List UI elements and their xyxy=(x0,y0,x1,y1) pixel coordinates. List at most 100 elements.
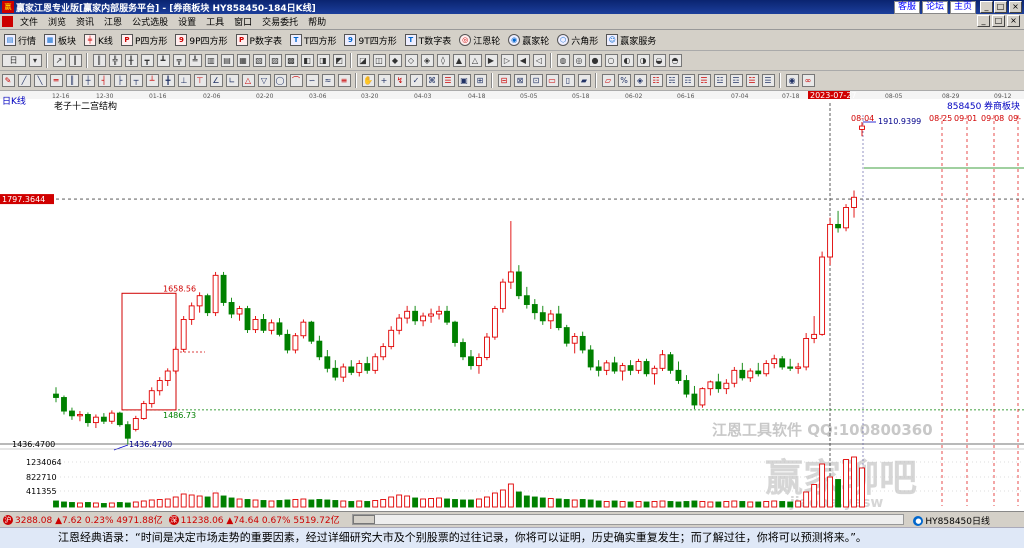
analysis-tool-icon[interactable]: ⌒ xyxy=(289,74,303,87)
analysis-tool-icon[interactable]: ╋ xyxy=(161,74,175,87)
draw-tool-icon[interactable]: ● xyxy=(588,54,602,67)
analysis-tool-icon[interactable]: ◯ xyxy=(273,74,287,87)
analysis-tool-icon[interactable]: ☷ xyxy=(649,74,663,87)
draw-tool-icon[interactable]: ◒ xyxy=(652,54,666,67)
draw-tool-icon[interactable]: ▦ xyxy=(236,54,250,67)
analysis-tool-icon[interactable]: ▽ xyxy=(257,74,271,87)
child-minimize-button[interactable]: _ xyxy=(977,15,990,27)
menu-help[interactable]: 帮助 xyxy=(303,15,331,28)
toolbar-p-square[interactable]: P P四方形 xyxy=(117,34,171,47)
analysis-tool-icon[interactable]: △ xyxy=(241,74,255,87)
child-close-button[interactable]: × xyxy=(1007,15,1020,27)
menu-trade[interactable]: 交易委托 xyxy=(257,15,303,28)
analysis-tool-icon[interactable]: ≡ xyxy=(337,74,351,87)
link-forum[interactable]: 论坛 xyxy=(921,1,948,14)
analysis-tool-icon[interactable]: ↯ xyxy=(393,74,407,87)
draw-tool-icon[interactable]: ◑ xyxy=(636,54,650,67)
analysis-tool-icon[interactable]: ▰ xyxy=(577,74,591,87)
scrollbar-thumb[interactable] xyxy=(353,515,375,524)
analysis-tool-icon[interactable]: ▭ xyxy=(545,74,559,87)
index-sz[interactable]: 深 11238.06 ▲74.64 0.67% 5519.72亿 xyxy=(166,513,343,526)
toolbar-sector[interactable]: ▦ 板块 xyxy=(40,34,80,47)
maximize-button[interactable]: □ xyxy=(994,1,1007,13)
menu-tools[interactable]: 工具 xyxy=(201,15,229,28)
analysis-tool-icon[interactable]: ⊠ xyxy=(513,74,527,87)
menu-formula[interactable]: 公式选股 xyxy=(127,15,173,28)
analysis-tool-icon[interactable]: ╱ xyxy=(17,74,31,87)
draw-tool-icon[interactable]: △ xyxy=(468,54,482,67)
draw-tool-icon[interactable]: ▤ xyxy=(220,54,234,67)
draw-tool-icon[interactable]: ▩ xyxy=(284,54,298,67)
analysis-tool-icon[interactable]: ∽ xyxy=(305,74,319,87)
draw-tool-icon[interactable]: ┃ xyxy=(68,54,82,67)
draw-tool-icon[interactable]: ◩ xyxy=(332,54,346,67)
analysis-tool-icon[interactable]: ∠ xyxy=(209,74,223,87)
toolbar-kline[interactable]: ╪ K线 xyxy=(80,34,117,47)
analysis-tool-icon[interactable]: ⊞ xyxy=(473,74,487,87)
analysis-tool-icon[interactable]: ☵ xyxy=(665,74,679,87)
analysis-tool-icon[interactable]: ◈ xyxy=(633,74,647,87)
draw-tool-icon[interactable]: ◐ xyxy=(620,54,634,67)
draw-tool-icon[interactable]: ╦ xyxy=(172,54,186,67)
analysis-tool-icon[interactable]: ╲ xyxy=(33,74,47,87)
analysis-tool-icon[interactable]: ✓ xyxy=(409,74,423,87)
chevron-down-icon[interactable]: ▾ xyxy=(28,54,42,67)
close-button[interactable]: × xyxy=(1009,1,1022,13)
menu-gann[interactable]: 江恩 xyxy=(99,15,127,28)
draw-tool-icon[interactable]: ╩ xyxy=(188,54,202,67)
draw-tool-icon[interactable]: ↗ xyxy=(52,54,66,67)
menu-file[interactable]: 文件 xyxy=(15,15,43,28)
chart-scrollbar[interactable] xyxy=(352,514,904,525)
toolbar-hexagon[interactable]: ⬡ 六角形 xyxy=(553,34,602,47)
toolbar-9p-square[interactable]: 9 9P四方形 xyxy=(171,34,231,47)
draw-tool-icon[interactable]: ╫ xyxy=(124,54,138,67)
analysis-tool-icon[interactable]: ◉ xyxy=(785,74,799,87)
analysis-tool-icon[interactable]: ≈ xyxy=(321,74,335,87)
menu-window[interactable]: 窗口 xyxy=(229,15,257,28)
draw-tool-icon[interactable]: ║ xyxy=(92,54,106,67)
analysis-tool-icon[interactable]: ║ xyxy=(65,74,79,87)
draw-tool-icon[interactable]: ◫ xyxy=(372,54,386,67)
draw-tool-icon[interactable]: ○ xyxy=(604,54,618,67)
analysis-tool-icon[interactable]: ▣ xyxy=(457,74,471,87)
index-sh[interactable]: 沪 3288.08 ▲7.62 0.23% 4971.88亿 xyxy=(0,513,166,526)
draw-tool-icon[interactable]: ╬ xyxy=(108,54,122,67)
period-dropdown[interactable]: 日 xyxy=(1,54,26,67)
analysis-tool-icon[interactable]: ☳ xyxy=(713,74,727,87)
analysis-tool-icon[interactable]: ☰ xyxy=(441,74,455,87)
analysis-tool-icon[interactable]: ☱ xyxy=(745,74,759,87)
analysis-tool-icon[interactable]: ☴ xyxy=(697,74,711,87)
draw-tool-icon[interactable]: ▲ xyxy=(452,54,466,67)
analysis-tool-icon[interactable]: ⊥ xyxy=(177,74,191,87)
analysis-tool-icon[interactable]: ┴ xyxy=(145,74,159,87)
draw-tool-icon[interactable]: ◇ xyxy=(404,54,418,67)
draw-tool-icon[interactable]: ▷ xyxy=(500,54,514,67)
draw-tool-icon[interactable]: ◪ xyxy=(356,54,370,67)
analysis-tool-icon[interactable]: ├ xyxy=(113,74,127,87)
draw-tool-icon[interactable]: ◨ xyxy=(316,54,330,67)
draw-tool-icon[interactable]: ◧ xyxy=(300,54,314,67)
draw-tool-icon[interactable]: ┳ xyxy=(140,54,154,67)
toolbar-quote[interactable]: ▤ 行情 xyxy=(0,34,40,47)
toolbar-gann-wheel[interactable]: ◎ 江恩轮 xyxy=(455,34,504,47)
draw-tool-icon[interactable]: ◁ xyxy=(532,54,546,67)
analysis-tool-icon[interactable]: ☰ xyxy=(761,74,775,87)
menu-info[interactable]: 资讯 xyxy=(71,15,99,28)
minimize-button[interactable]: _ xyxy=(980,1,993,13)
toolbar-p-number[interactable]: P P数字表 xyxy=(232,34,286,47)
analysis-tool-icon[interactable]: ┤ xyxy=(97,74,111,87)
analysis-tool-icon[interactable]: % xyxy=(617,74,631,87)
toolbar-service[interactable]: ☺ 赢家服务 xyxy=(602,34,660,47)
analysis-tool-icon[interactable]: ═ xyxy=(49,74,63,87)
child-restore-button[interactable]: □ xyxy=(992,15,1005,27)
link-home[interactable]: 主页 xyxy=(949,1,976,14)
draw-tool-icon[interactable]: ▧ xyxy=(252,54,266,67)
draw-tool-icon[interactable]: ◀ xyxy=(516,54,530,67)
toolbar-winner-wheel[interactable]: ◉ 赢家轮 xyxy=(504,34,553,47)
analysis-tool-icon[interactable]: ☶ xyxy=(681,74,695,87)
draw-tool-icon[interactable]: ◍ xyxy=(556,54,570,67)
analysis-tool-icon[interactable]: ┬ xyxy=(129,74,143,87)
draw-tool-icon[interactable]: ◎ xyxy=(572,54,586,67)
analysis-tool-icon[interactable]: ☲ xyxy=(729,74,743,87)
draw-tool-icon[interactable]: ◈ xyxy=(420,54,434,67)
